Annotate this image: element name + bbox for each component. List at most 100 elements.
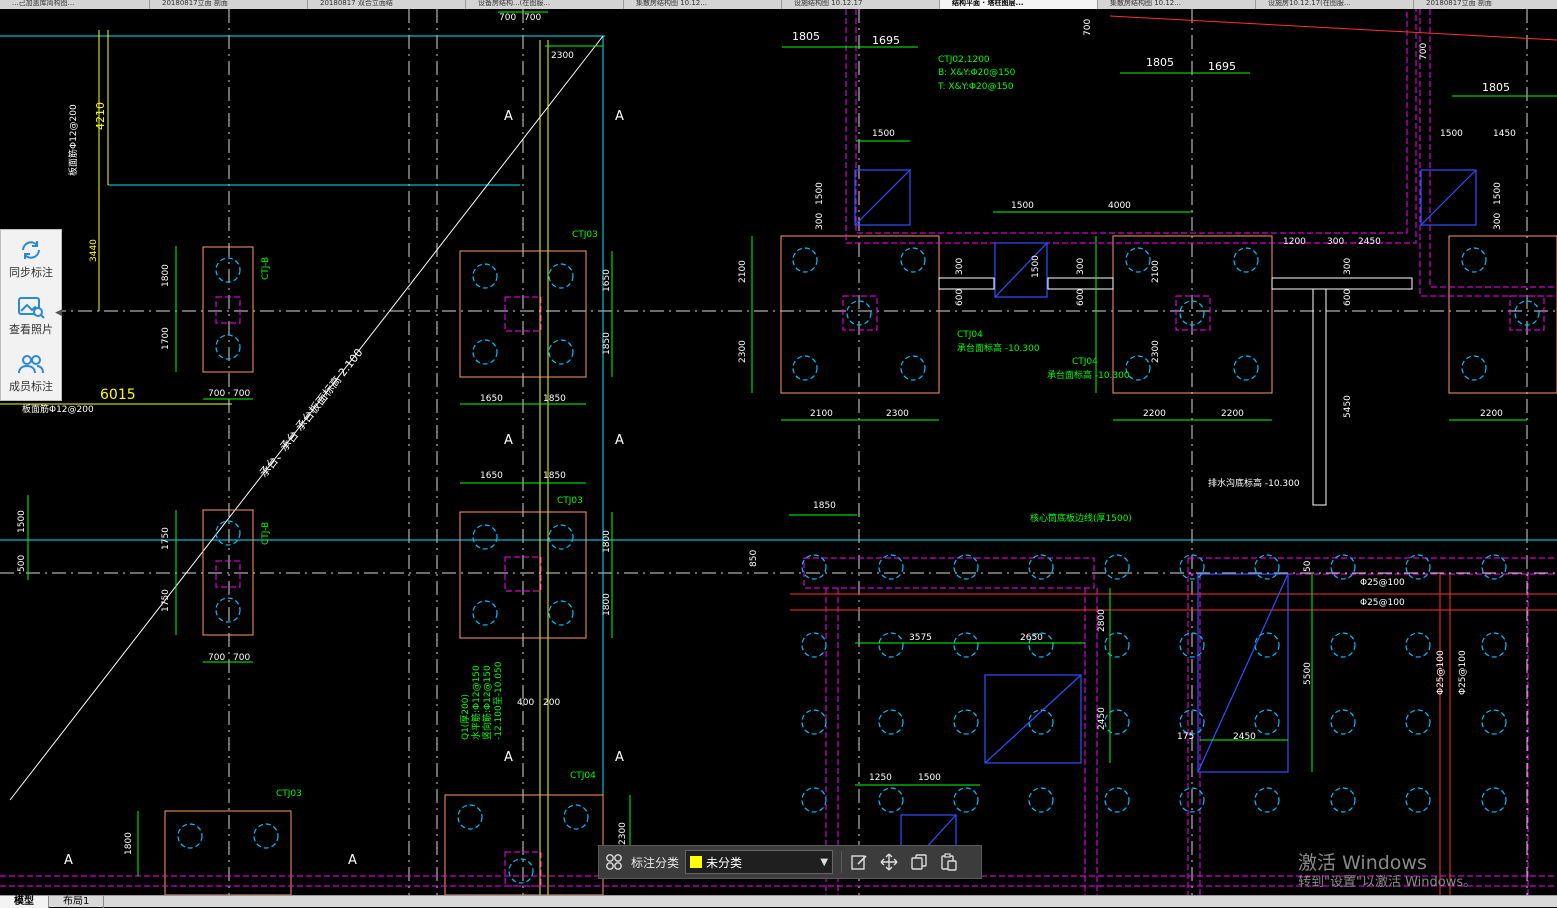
dim-text: 2300 <box>738 340 748 363</box>
view-photos-label: 查看照片 <box>9 322 53 336</box>
layout-tab-bar: 模型 布局1 <box>0 895 1557 908</box>
dim-text: 2200 <box>1480 409 1503 419</box>
paste-icon[interactable] <box>934 847 964 877</box>
dim-text: 1500 <box>1440 129 1463 139</box>
windows-activation-watermark: 激活 Windows 转到"设置"以激活 Windows。 <box>1298 852 1476 892</box>
annotation-toolbar: 标注分类 未分类 ▼ <box>598 845 982 879</box>
wall-spec-line: 竖向筋:Φ12@150 <box>481 665 493 740</box>
cad-drawing-canvas[interactable]: A A A A A A A A CTJ-B CTJ-B CTJ03 CTJ03 … <box>0 9 1557 895</box>
annotation-category-label: 标注分类 <box>631 855 680 870</box>
dim-text: 5450 <box>1343 395 1353 418</box>
dim-text: 1500 <box>872 129 895 139</box>
dim-text: 2300 <box>551 51 574 61</box>
dim-text: 200 <box>543 698 560 708</box>
dim-text: 300 <box>1076 258 1086 275</box>
rebar-note: Φ25@100 <box>1360 578 1405 588</box>
section-mark: A <box>504 433 513 448</box>
document-tab[interactable]: 设备房结构...(在图服... <box>466 0 624 9</box>
dim-text: 1800 <box>161 264 171 287</box>
sync-annotation-label: 同步标注 <box>9 265 53 279</box>
dim-text: 3575 <box>909 633 932 643</box>
spec-line: B: X&Y:Φ20@150 <box>938 68 1016 78</box>
cap-label: CTJ04 <box>957 330 983 340</box>
rebar-note: Φ25@100 <box>1458 650 1468 695</box>
toolbar-divider <box>841 851 843 873</box>
dim-text: 850 <box>749 550 759 567</box>
members-icon <box>16 352 46 376</box>
tab-model[interactable]: 模型 <box>0 896 49 908</box>
dim-text: 1695 <box>1208 60 1236 73</box>
dim-text: 1750 <box>161 589 171 612</box>
wall-spec-line: Q1(厚200) <box>460 694 471 740</box>
wall-spec-line: 水平筋:Φ12@150 <box>470 665 482 740</box>
footing-note: 承台面标高 -10.300 <box>957 342 1040 354</box>
dim-text: 1650 <box>480 394 503 404</box>
document-tab[interactable]: 结构平面 · 塔柱图层... <box>940 0 1098 9</box>
view-photos-button[interactable]: 查看照片 <box>1 287 61 344</box>
dim-text: 2800 <box>1097 609 1107 632</box>
dim-text: 1850 <box>602 332 612 355</box>
dim-text: 300 <box>1493 213 1503 230</box>
grid-icon[interactable] <box>599 847 629 877</box>
dim-text: 1500 <box>17 510 27 533</box>
dim-text: 2300 <box>886 409 909 419</box>
document-tab[interactable]: 集散房结构图 10.12... <box>624 0 782 9</box>
dim-text: 1850 <box>543 471 566 481</box>
dim-text: 2100 <box>810 409 833 419</box>
dim-text: 1250 <box>869 773 892 783</box>
document-tab[interactable]: 20180817立面 剖面 <box>150 0 308 9</box>
annotation-category-select[interactable]: 未分类 ▼ <box>685 850 834 874</box>
sync-annotation-button[interactable]: 同步标注 <box>1 230 61 287</box>
document-tab[interactable]: 设施结构图 10.12.17 <box>782 0 940 9</box>
section-mark: A <box>615 109 624 124</box>
dim-text: 50 <box>1303 560 1313 572</box>
document-tab[interactable]: 集散房结构图 10.12... <box>1098 0 1256 9</box>
cap-label: CTJ-B <box>261 522 271 545</box>
watermark-subtitle: 转到"设置"以激活 Windows。 <box>1298 875 1477 890</box>
dim-text: 2100 <box>1151 260 1161 283</box>
member-annotation-label: 成员标注 <box>9 379 53 393</box>
dim-text: 300 <box>1343 258 1353 275</box>
dim-text: 700 <box>233 653 250 663</box>
edit-icon[interactable] <box>844 847 874 877</box>
rebar-note: Φ25@100 <box>1360 598 1405 608</box>
section-mark: A <box>348 853 357 868</box>
copy-icon[interactable] <box>904 847 934 877</box>
dim-text: 2200 <box>1221 409 1244 419</box>
member-annotation-button[interactable]: 成员标注 <box>1 344 61 401</box>
dim-text: 700 <box>208 653 225 663</box>
collapse-arrow-icon[interactable]: ◀ <box>55 308 62 318</box>
watermark-title: 激活 Windows <box>1298 852 1427 874</box>
cap-label: CTJ03 <box>276 789 302 799</box>
document-tab[interactable]: 20180817 双合立面结 <box>308 0 466 9</box>
canvas-background <box>0 9 1557 895</box>
dim-text: 300 <box>955 258 965 275</box>
dim-text: 1200 <box>1283 237 1306 247</box>
cap-label: CTJ04 <box>570 771 596 781</box>
tab-layout-1[interactable]: 布局1 <box>49 896 105 908</box>
dim-text: 1805 <box>792 30 820 43</box>
core-note: 核心筒底板边线(厚1500) <box>1030 512 1132 524</box>
dim-text: 1700 <box>161 327 171 350</box>
left-spec: 板面筋Φ12@200 <box>22 403 94 415</box>
move-icon[interactable] <box>874 847 904 877</box>
dim-text: 1805 <box>1482 81 1510 94</box>
dim-text: 400 <box>517 698 534 708</box>
annotation-side-panel: 同步标注 查看照片 成员标注 ◀ <box>0 229 62 401</box>
dim-text: 1695 <box>872 34 900 47</box>
document-tab[interactable]: 20180817立面 剖面 <box>1414 0 1557 9</box>
dim-text: 4210 <box>94 102 107 130</box>
document-tab[interactable]: 设施房10.12.17(在图服... <box>1256 0 1414 9</box>
dim-text: 1800 <box>602 530 612 553</box>
dim-text: 700 <box>233 389 250 399</box>
dim-text: 600 <box>1076 289 1086 306</box>
dim-text: 1500 <box>1031 255 1041 278</box>
dim-text: 1500 <box>1493 182 1503 205</box>
dim-text: 5500 <box>1303 662 1313 685</box>
dim-text: 300 <box>815 213 825 230</box>
document-tab[interactable]: ...己加盖库简构图... <box>0 0 150 9</box>
dim-text: 600 <box>955 289 965 306</box>
section-mark: A <box>504 109 513 124</box>
section-mark: A <box>615 433 624 448</box>
dim-text: 700 <box>499 13 516 23</box>
